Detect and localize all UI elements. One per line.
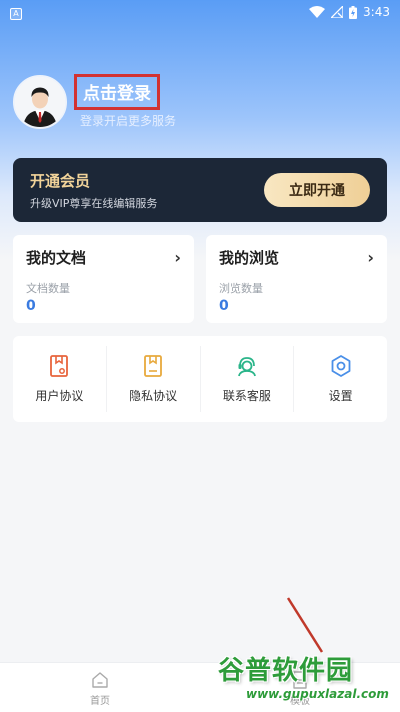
watermark: 谷普软件园 www.gupuxlazal.com (218, 650, 396, 708)
home-icon (92, 672, 108, 688)
chevron-right-icon: › (174, 248, 181, 267)
status-right: 3:43 (309, 5, 390, 19)
vip-card[interactable]: 开通会员 升级VIP尊享在线编辑服务 立即开通 (13, 158, 387, 222)
vip-title: 开通会员 (30, 171, 91, 190)
document-count-label: 文档数量 (26, 282, 70, 295)
tab-label: 首页 (90, 696, 110, 707)
menu-label: 用户协议 (35, 389, 84, 403)
privacy-agreement-icon (144, 355, 163, 377)
status-bar: A 3:43 (0, 0, 400, 24)
battery-charging-icon (349, 5, 358, 19)
my-documents-title: 我的文档 (26, 249, 87, 267)
user-agreement-icon (50, 355, 69, 377)
my-browsing-card[interactable]: 我的浏览 › 浏览数量 0 (206, 235, 387, 323)
open-vip-button[interactable]: 立即开通 (264, 173, 370, 207)
menu-label: 联系客服 (222, 389, 271, 403)
menu-item-settings[interactable]: 设置 (294, 346, 387, 412)
customer-service-icon (237, 357, 256, 377)
menu-item-user-agreement[interactable]: 用户协议 (13, 346, 107, 412)
avatar[interactable] (13, 74, 67, 129)
login-subtitle: 登录开启更多服务 (80, 114, 177, 128)
browse-count-label: 浏览数量 (219, 282, 263, 295)
menu-item-customer-service[interactable]: 联系客服 (201, 346, 295, 412)
my-browsing-header: 我的浏览 › (219, 247, 374, 268)
notification-a-icon: A (10, 7, 22, 20)
vip-text: 开通会员 升级VIP尊享在线编辑服务 (30, 170, 157, 211)
tab-home[interactable]: 首页 (0, 663, 200, 712)
watermark-url: www.gupuxlazal.com (246, 687, 389, 701)
watermark-main: 谷普软件园 (218, 656, 354, 686)
vip-subtitle: 升级VIP尊享在线编辑服务 (30, 196, 158, 210)
my-documents-header: 我的文档 › (26, 247, 181, 268)
profile-text: 点击登录 登录开启更多服务 (74, 74, 177, 129)
menu-item-privacy-agreement[interactable]: 隐私协议 (107, 346, 201, 412)
menu-grid: 用户协议 隐私协议 联系客服 设置 (13, 336, 387, 422)
my-browsing-title: 我的浏览 (219, 249, 280, 267)
login-button[interactable]: 点击登录 (74, 74, 160, 110)
browse-count-value: 0 (219, 298, 229, 314)
my-documents-card[interactable]: 我的文档 › 文档数量 0 (13, 235, 194, 323)
user-avatar-icon (15, 76, 65, 127)
menu-label: 隐私协议 (129, 389, 178, 403)
chevron-right-icon: › (367, 248, 374, 267)
annotation-arrow-icon (286, 597, 324, 653)
settings-icon (331, 355, 351, 377)
document-count-value: 0 (26, 298, 36, 314)
wifi-icon (309, 6, 326, 18)
status-left: A (10, 5, 22, 20)
profile-section[interactable]: 点击登录 登录开启更多服务 (13, 74, 176, 129)
status-time: 3:43 (363, 5, 390, 19)
signal-off-icon (331, 6, 344, 18)
menu-label: 设置 (328, 389, 353, 403)
